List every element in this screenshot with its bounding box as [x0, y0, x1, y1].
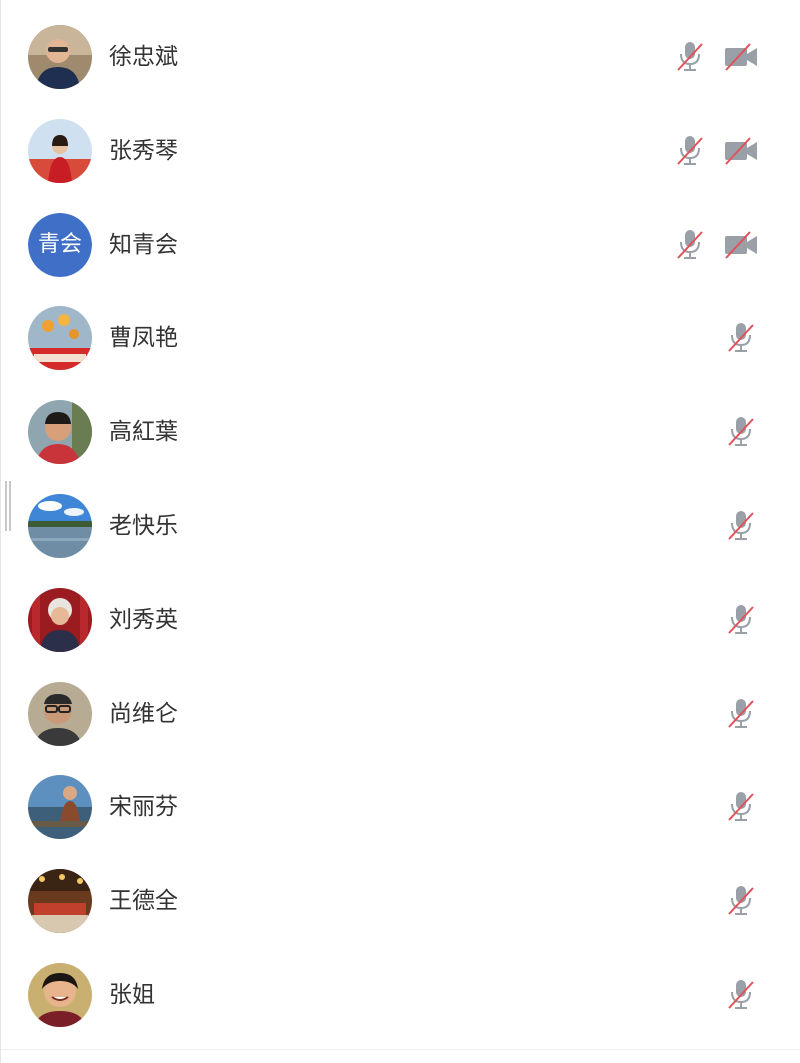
mic-muted-icon[interactable]: [723, 696, 759, 732]
participant-name: 张秀琴: [109, 137, 178, 164]
participant-panel: 徐忠斌 张秀琴 青会 知青会 曹凤艳 高紅葉 老快乐 刘秀英 尚维仑 宋丽芬 王…: [0, 0, 800, 1063]
mic-muted-icon[interactable]: [723, 320, 759, 356]
participant-name: 宋丽芬: [109, 794, 178, 821]
participant-name: 曹凤艳: [109, 325, 178, 352]
participant-name: 老快乐: [109, 512, 178, 539]
avatar: [28, 118, 92, 183]
participant-row[interactable]: 曹凤艳: [1, 291, 800, 385]
participant-row[interactable]: 王德全: [1, 854, 800, 948]
participant-row[interactable]: 高紅葉: [1, 385, 800, 479]
avatar: [28, 306, 92, 371]
mic-muted-icon[interactable]: [723, 508, 759, 544]
mic-muted-icon[interactable]: [672, 39, 708, 75]
camera-off-icon[interactable]: [723, 133, 759, 169]
avatar: [28, 681, 92, 746]
participant-row[interactable]: 青会 知青会: [1, 198, 800, 292]
participant-row[interactable]: 尚维仑: [1, 667, 800, 761]
mic-muted-icon[interactable]: [723, 414, 759, 450]
avatar: 青会: [28, 212, 92, 277]
mic-muted-icon[interactable]: [672, 133, 708, 169]
participant-name: 张姐: [109, 981, 155, 1008]
avatar: [28, 775, 92, 840]
mic-muted-icon[interactable]: [723, 883, 759, 919]
participant-name: 徐忠斌: [109, 44, 178, 70]
participant-row[interactable]: 宋丽芬: [1, 760, 800, 854]
avatar: [28, 25, 92, 89]
participant-row[interactable]: 刘秀英: [1, 573, 800, 667]
camera-off-icon[interactable]: [723, 39, 759, 75]
participant-name: 高紅葉: [109, 419, 178, 446]
participant-row[interactable]: 张姐: [1, 948, 800, 1042]
mic-muted-icon[interactable]: [723, 789, 759, 825]
participant-row[interactable]: 老快乐: [1, 479, 800, 573]
avatar: [28, 587, 92, 652]
camera-off-icon[interactable]: [723, 227, 759, 263]
mic-muted-icon[interactable]: [672, 227, 708, 263]
participant-name: 尚维仑: [109, 700, 178, 727]
avatar-initials: 青会: [28, 212, 92, 277]
avatar: [28, 400, 92, 465]
avatar: [28, 493, 92, 558]
participant-name: 王德全: [109, 888, 178, 915]
participant-name: 刘秀英: [109, 606, 178, 633]
bottom-divider: [1, 1049, 800, 1050]
avatar: [28, 962, 92, 1027]
participant-row[interactable]: 张秀琴: [1, 104, 800, 198]
avatar: [28, 869, 92, 934]
mic-muted-icon[interactable]: [723, 602, 759, 638]
participant-list: 徐忠斌 张秀琴 青会 知青会 曹凤艳 高紅葉 老快乐 刘秀英 尚维仑 宋丽芬 王…: [1, 10, 800, 1042]
participant-row[interactable]: 徐忠斌: [1, 10, 800, 104]
participant-name: 知青会: [109, 231, 178, 258]
mic-muted-icon[interactable]: [723, 977, 759, 1013]
